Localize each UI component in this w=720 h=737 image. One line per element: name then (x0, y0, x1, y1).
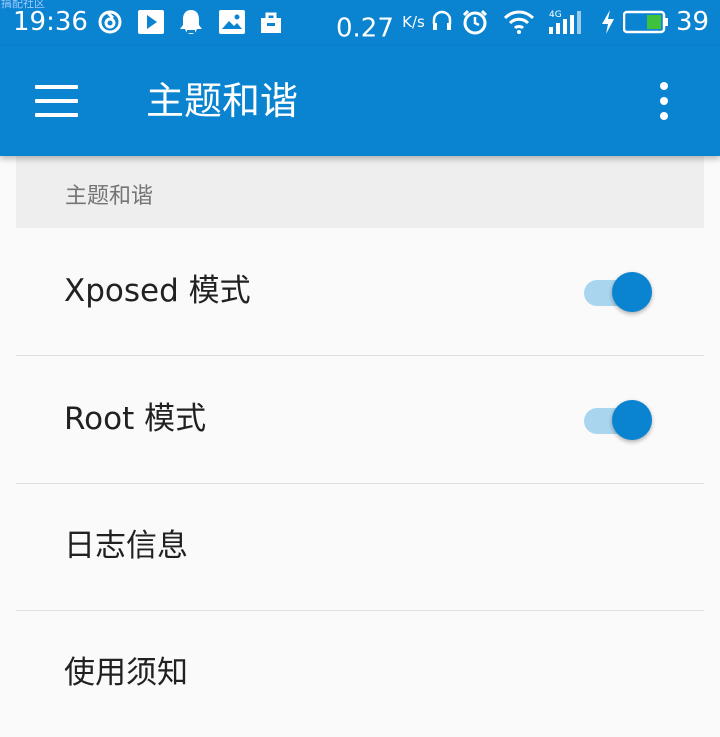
battery-icon (622, 9, 670, 35)
play-icon (137, 9, 165, 35)
pref-xposed-mode[interactable]: Xposed 模式 (16, 228, 704, 356)
gallery-icon (218, 9, 246, 35)
alarm-icon (461, 9, 489, 35)
qq-icon (177, 9, 205, 35)
net-speed: 0.27 K/s (336, 13, 425, 44)
section-header: 主题和谐 (16, 156, 704, 228)
switch-thumb (612, 272, 652, 312)
section-header-label: 主题和谐 (65, 184, 154, 209)
pref-label: 日志信息 (64, 528, 188, 564)
pref-label: Xposed 模式 (64, 273, 251, 309)
pref-label: Root 模式 (64, 401, 207, 437)
pref-usage-notice[interactable]: 使用须知 (16, 610, 704, 737)
root-mode-switch[interactable] (584, 400, 656, 440)
charging-icon (600, 9, 616, 35)
network-type: 4G (549, 10, 562, 20)
status-time: 19:36 (13, 7, 88, 37)
pref-root-mode[interactable]: Root 模式 (16, 356, 704, 484)
wifi-icon (503, 9, 535, 35)
hamburger-menu-icon[interactable] (28, 76, 84, 126)
pref-label: 使用须知 (64, 655, 188, 691)
app-toolbar: 主题和谐 (0, 46, 720, 156)
netease-icon (96, 9, 124, 35)
xposed-mode-switch[interactable] (584, 272, 656, 312)
headset-icon (430, 9, 454, 35)
switch-thumb (612, 400, 652, 440)
pref-log-info[interactable]: 日志信息 (16, 483, 704, 611)
status-bar: 搞配社区 19:36 0.27 K/s 4G 39 (0, 0, 720, 46)
battery-level: 39 (676, 7, 710, 37)
signal-icon: 4G (546, 9, 584, 35)
more-vert-icon[interactable] (646, 76, 682, 126)
page-title: 主题和谐 (146, 79, 299, 123)
bag-icon (258, 9, 284, 35)
